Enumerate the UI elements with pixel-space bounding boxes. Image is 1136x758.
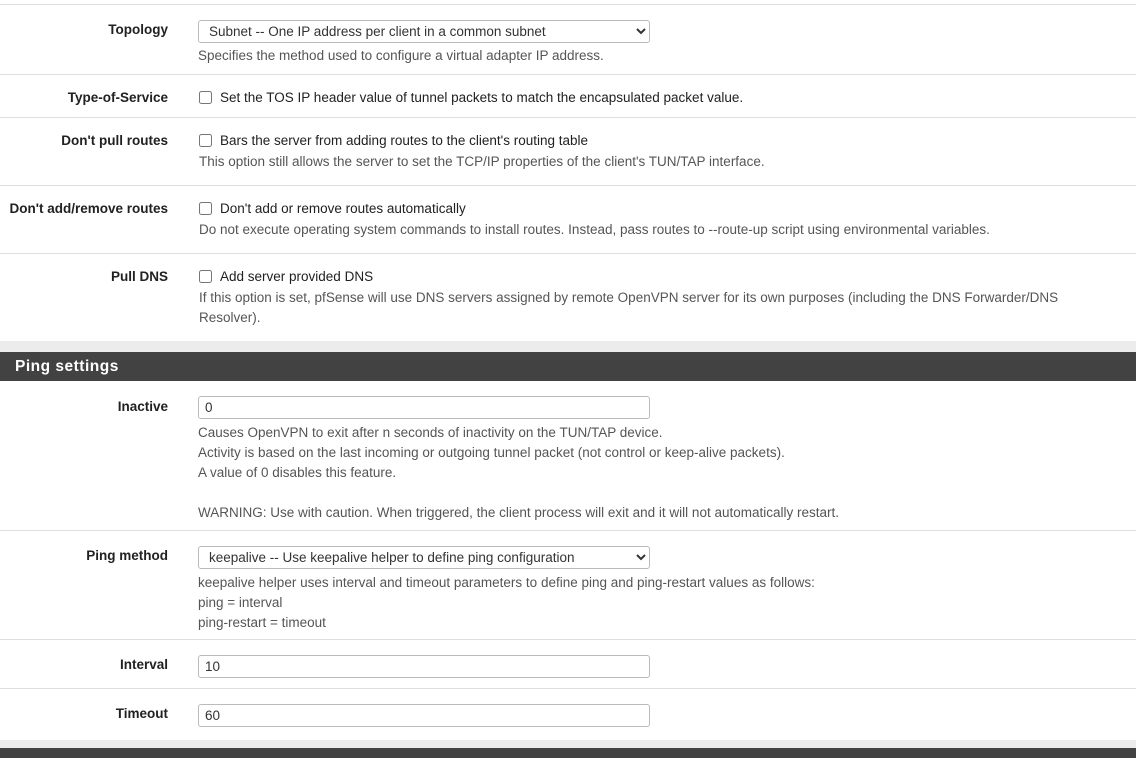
ping-method-label: Ping method [86, 548, 168, 563]
tos-checkbox-input[interactable] [199, 91, 212, 104]
pull-dns-checkbox-input[interactable] [199, 270, 212, 283]
inactive-help-3: A value of 0 disables this feature. [198, 465, 397, 480]
topology-row: Topology Subnet -- One IP address per cl… [0, 5, 1136, 74]
no-pull-label: Don't pull routes [61, 133, 168, 148]
tos-label: Type-of-Service [67, 90, 168, 105]
pull-dns-row: Pull DNS Add server provided DNS If this… [0, 253, 1136, 341]
topology-select[interactable]: Subnet -- One IP address per client in a… [198, 20, 650, 43]
advanced-panel: Topology Subnet -- One IP address per cl… [0, 5, 1136, 341]
ping-method-help-1: keepalive helper uses interval and timeo… [198, 575, 815, 590]
pull-dns-checkbox-label: Add server provided DNS [220, 269, 374, 284]
inactive-help-1: Causes OpenVPN to exit after n seconds o… [198, 425, 663, 440]
ping-method-row: Ping method keepalive -- Use keepalive h… [0, 530, 1136, 639]
pull-dns-help: If this option is set, pfSense will use … [199, 290, 1059, 325]
ping-method-help-2: ping = interval [198, 595, 283, 610]
pull-dns-label: Pull DNS [110, 269, 168, 284]
interval-row: Interval [0, 639, 1136, 688]
interval-label: Interval [119, 657, 168, 672]
inactive-input[interactable] [198, 396, 650, 419]
topology-label: Topology [108, 22, 168, 37]
tos-row: Type-of-Service Set the TOS IP header va… [0, 74, 1136, 117]
no-pull-help: This option still allows the server to s… [199, 154, 765, 169]
no-add-label: Don't add/remove routes [9, 201, 169, 216]
no-pull-checkbox-input[interactable] [199, 134, 212, 147]
topology-help: Specifies the method used to configure a… [198, 48, 604, 63]
timeout-input[interactable] [198, 704, 650, 727]
panel-gap-bottom [0, 740, 1136, 748]
no-add-checkbox-label: Don't add or remove routes automatically [220, 201, 466, 216]
tos-checkbox-label: Set the TOS IP header value of tunnel pa… [220, 90, 744, 105]
pull-dns-checkbox[interactable]: Add server provided DNS [198, 269, 1116, 284]
no-pull-row: Don't pull routes Bars the server from a… [0, 117, 1136, 185]
ping-method-select[interactable]: keepalive -- Use keepalive helper to def… [198, 546, 650, 569]
next-section-header [0, 748, 1136, 758]
ping-method-help-3: ping-restart = timeout [198, 615, 326, 630]
inactive-label: Inactive [117, 399, 168, 414]
timeout-label: Timeout [115, 706, 168, 721]
inactive-help-2: Activity is based on the last incoming o… [198, 445, 785, 460]
timeout-row: Timeout [0, 688, 1136, 740]
no-add-checkbox[interactable]: Don't add or remove routes automatically [198, 201, 1116, 216]
no-pull-checkbox-label: Bars the server from adding routes to th… [220, 133, 589, 148]
no-add-checkbox-input[interactable] [199, 202, 212, 215]
no-add-row: Don't add/remove routes Don't add or rem… [0, 185, 1136, 253]
panel-gap [0, 341, 1136, 352]
ping-panel: Inactive Causes OpenVPN to exit after n … [0, 381, 1136, 740]
ping-settings-header: Ping settings [0, 352, 1136, 381]
inactive-row: Inactive Causes OpenVPN to exit after n … [0, 381, 1136, 530]
no-add-help: Do not execute operating system commands… [199, 222, 990, 237]
interval-input[interactable] [198, 655, 650, 678]
tos-checkbox[interactable]: Set the TOS IP header value of tunnel pa… [198, 90, 1116, 105]
no-pull-checkbox[interactable]: Bars the server from adding routes to th… [198, 133, 1116, 148]
inactive-warning: WARNING: Use with caution. When triggere… [198, 505, 839, 520]
